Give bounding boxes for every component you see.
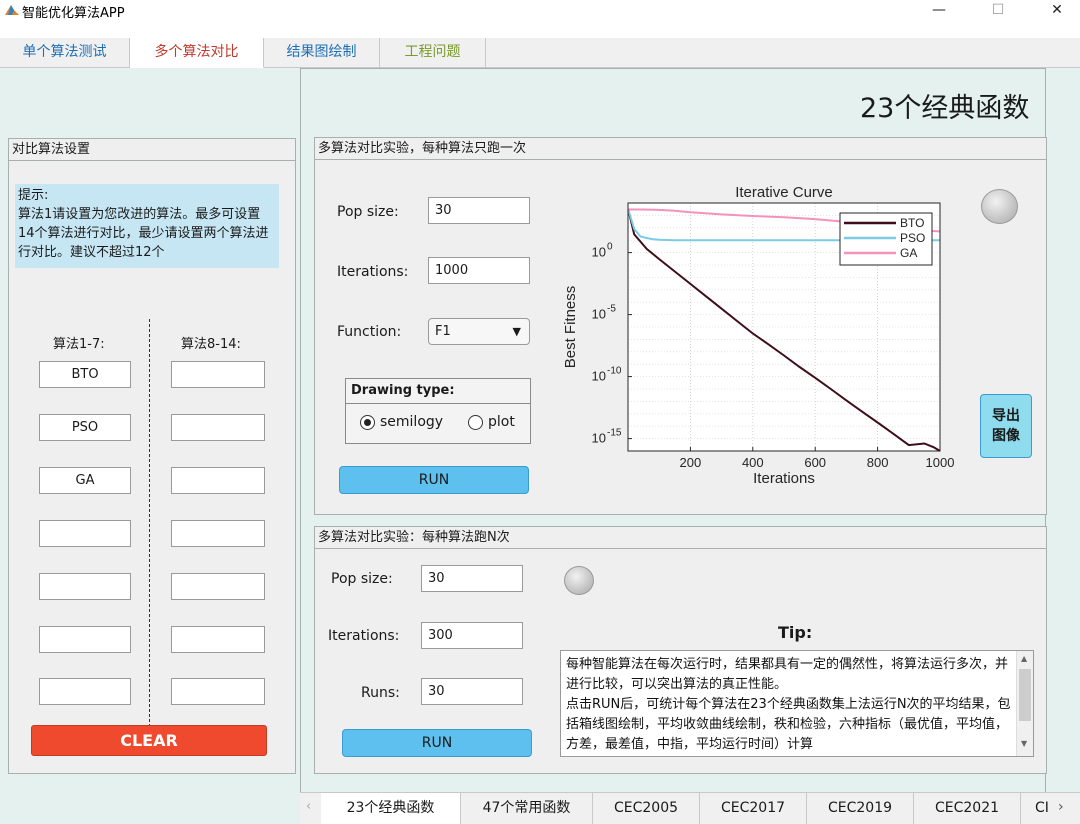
x-tick-label: 400 — [742, 455, 764, 470]
matlab-app-icon — [5, 5, 19, 15]
tab-single-algorithm[interactable]: 单个算法测试 — [0, 38, 130, 68]
status-lamp — [564, 566, 594, 595]
column-divider — [149, 319, 150, 737]
algorithm-input-3[interactable]: GA — [39, 467, 131, 494]
algorithm-input-6[interactable] — [39, 626, 131, 653]
algorithm-input-8[interactable] — [171, 361, 265, 388]
runs-label: Runs: — [361, 685, 400, 701]
tab-multi-algorithm[interactable]: 多个算法对比 — [130, 38, 264, 68]
col2-header: 算法8-14: — [181, 337, 241, 352]
tip-title: Tip: — [778, 623, 813, 642]
maximize-button[interactable]: ☐ — [975, 0, 1021, 22]
iterations-label: Iterations: — [337, 264, 409, 280]
top-tab-bar: 单个算法测试 多个算法对比 结果图绘制 工程问题 — [0, 38, 1080, 68]
scroll-up-icon[interactable]: ▲ — [1021, 654, 1027, 663]
pop-size-label: Pop size: — [337, 204, 399, 220]
x-tick-label: 800 — [867, 455, 889, 470]
function-label: Function: — [337, 324, 402, 340]
x-tick-label: 200 — [680, 455, 702, 470]
tab-cec2017[interactable]: CEC2017 — [700, 793, 807, 824]
tab-cec-more[interactable]: CI — [1021, 793, 1057, 824]
y-axis-label: Best Fitness — [562, 286, 579, 369]
tab-23-functions[interactable]: 23个经典函数 — [321, 793, 461, 824]
y-tick-exponent: 0 — [607, 242, 613, 253]
tab-cec2019[interactable]: CEC2019 — [807, 793, 914, 824]
legend-label-bto: BTO — [900, 216, 924, 230]
pop-size-label: Pop size: — [331, 571, 393, 587]
legend-label-pso: PSO — [900, 231, 925, 245]
y-tick-exponent: -15 — [607, 428, 622, 439]
y-tick-label: 10 — [592, 245, 606, 260]
algorithm-input-4[interactable] — [39, 520, 131, 547]
iterations-label: Iterations: — [328, 628, 400, 644]
legend-label-ga: GA — [900, 246, 917, 260]
export-image-button[interactable]: 导出 图像 — [980, 394, 1032, 458]
radio-selected-icon — [360, 415, 375, 430]
window-title: 智能优化算法APP — [22, 6, 125, 21]
tab-scroll-right-icon[interactable]: › — [1058, 799, 1064, 815]
multi-run-panel: 多算法对比实验：每种算法跑N次 Pop size: 30 Iterations:… — [314, 526, 1047, 774]
iterations-input[interactable]: 1000 — [428, 257, 530, 284]
drawing-type-label: Drawing type: — [346, 379, 530, 404]
algorithm-input-13[interactable] — [171, 626, 265, 653]
panel-title: 多算法对比实验，每种算法只跑一次 — [315, 138, 1046, 160]
close-button[interactable]: ✕ — [1034, 0, 1080, 22]
algorithm-input-7[interactable] — [39, 678, 131, 705]
title-bar: 智能优化算法APP — ☐ ✕ — [0, 0, 1080, 38]
tip-text: 每种智能算法在每次运行时，结果都具有一定的偶然性，将算法运行多次，并进行比较，可… — [566, 657, 1011, 752]
algorithm-input-12[interactable] — [171, 573, 265, 600]
chart-title: Iterative Curve — [735, 184, 833, 201]
pop-size-input[interactable]: 30 — [428, 197, 530, 224]
scroll-down-icon[interactable]: ▼ — [1021, 739, 1027, 748]
algorithm-input-9[interactable] — [171, 414, 265, 441]
tab-cec2021[interactable]: CEC2021 — [914, 793, 1021, 824]
y-tick-label: 10 — [592, 369, 606, 384]
function-select-value: F1 — [435, 324, 451, 339]
chevron-down-icon: ▼ — [512, 325, 521, 338]
panel-title: 多算法对比实验：每种算法跑N次 — [315, 527, 1046, 549]
tab-47-functions[interactable]: 47个常用函数 — [461, 793, 593, 824]
tab-scroll-left-icon[interactable]: ‹ — [306, 799, 311, 814]
runs-input[interactable]: 30 — [421, 678, 523, 705]
scrollbar[interactable]: ▲ ▼ — [1016, 651, 1033, 756]
panel-title: 对比算法设置 — [9, 139, 295, 161]
clear-button[interactable]: CLEAR — [31, 725, 267, 756]
run-single-button[interactable]: RUN — [339, 466, 529, 494]
tab-engineering[interactable]: 工程问题 — [380, 38, 486, 68]
radio-semilogy-label: semilogy — [380, 414, 444, 430]
radio-plot-label: plot — [488, 414, 515, 430]
tip-textarea[interactable]: 每种智能算法在每次运行时，结果都具有一定的偶然性，将算法运行多次，并进行比较，可… — [560, 650, 1034, 757]
function-select[interactable]: F1 ▼ — [428, 318, 530, 345]
algorithm-input-1[interactable]: BTO — [39, 361, 131, 388]
tab-result-plot[interactable]: 结果图绘制 — [264, 38, 380, 68]
y-tick-label: 10 — [592, 431, 606, 446]
drawing-type-group: Drawing type: semilogy plot — [345, 378, 531, 444]
x-tick-label: 1000 — [926, 455, 955, 470]
page-title: 23个经典函数 — [860, 93, 1030, 124]
algorithm-input-11[interactable] — [171, 520, 265, 547]
radio-unselected-icon — [468, 415, 483, 430]
col1-header: 算法1-7: — [53, 337, 105, 352]
x-tick-label: 600 — [804, 455, 826, 470]
algorithm-input-5[interactable] — [39, 573, 131, 600]
tab-cec2005[interactable]: CEC2005 — [593, 793, 700, 824]
minimize-button[interactable]: — — [916, 0, 962, 22]
bottom-tab-bar: ‹ 23个经典函数 47个常用函数 CEC2005 CEC2017 CEC201… — [300, 792, 1080, 824]
algorithm-input-10[interactable] — [171, 467, 265, 494]
y-tick-exponent: -5 — [607, 304, 616, 315]
algorithm-input-14[interactable] — [171, 678, 265, 705]
run-multi-button[interactable]: RUN — [342, 729, 532, 757]
status-lamp — [981, 189, 1018, 224]
multi-iterations-input[interactable]: 300 — [421, 622, 523, 649]
algorithm-input-2[interactable]: PSO — [39, 414, 131, 441]
iterative-curve-chart: 200 400 600 800 100010 010 -510 -1010 -15Iterati… — [562, 184, 955, 487]
y-tick-label: 10 — [592, 307, 606, 322]
y-tick-exponent: -10 — [607, 366, 622, 377]
scroll-thumb[interactable] — [1019, 669, 1031, 721]
compare-settings-panel: 对比算法设置 提示: 算法1请设置为您改进的算法。最多可设置14个算法进行对比，… — [8, 138, 296, 774]
multi-pop-size-input[interactable]: 30 — [421, 565, 523, 592]
x-axis-label: Iterations — [753, 470, 815, 487]
hint-box: 提示: 算法1请设置为您改进的算法。最多可设置14个算法进行对比，最少请设置两个… — [15, 184, 279, 268]
